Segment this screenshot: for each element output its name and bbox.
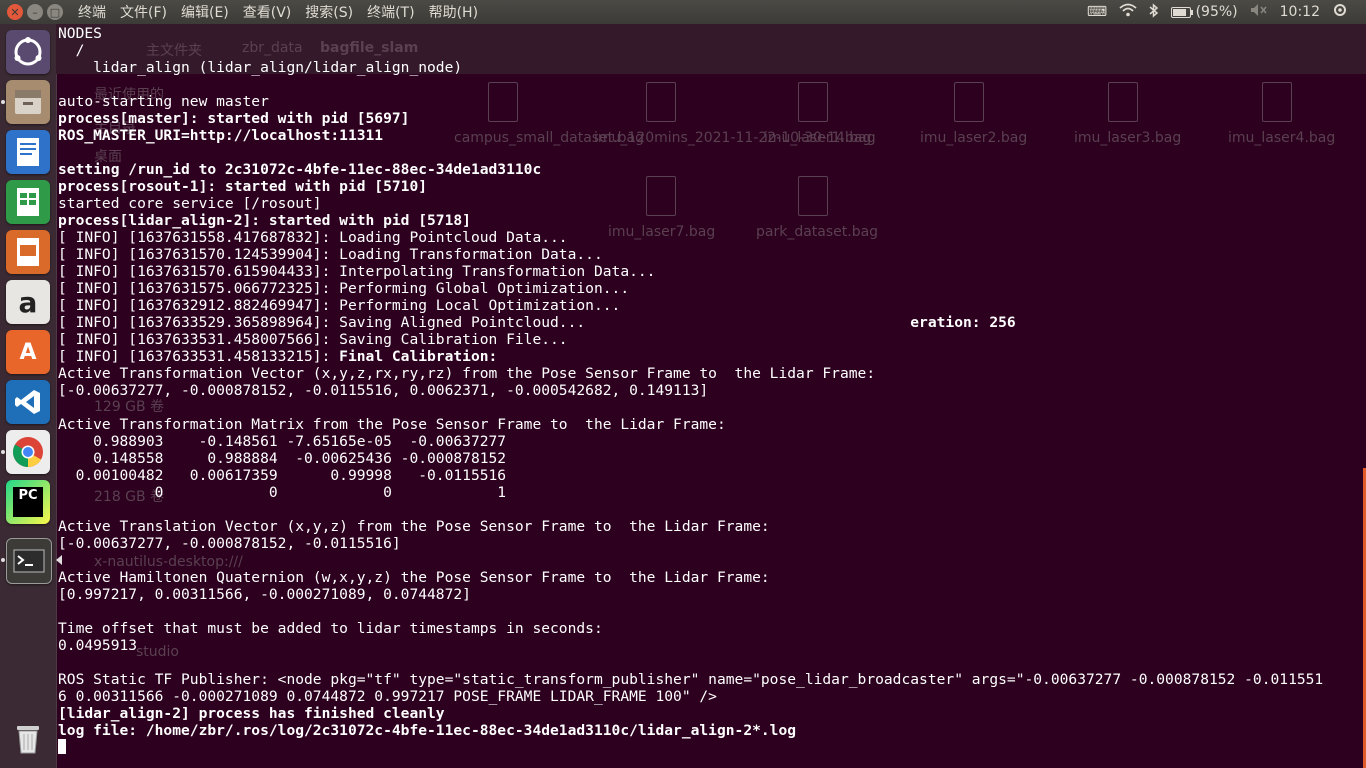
- maximize-window-icon[interactable]: □: [47, 4, 63, 20]
- software-center-icon[interactable]: A: [6, 330, 50, 374]
- keyboard-icon[interactable]: ⌨: [1087, 4, 1107, 20]
- terminal-line: Active Transformation Vector (x,y,z,rx,r…: [58, 365, 876, 382]
- menu-bar: 终端 文件(F) 编辑(E) 查看(V) 搜索(S) 终端(T) 帮助(H): [71, 2, 485, 22]
- battery-indicator[interactable]: (95%): [1171, 4, 1238, 20]
- system-tray: ⌨ (95%) 10:12: [1087, 2, 1366, 22]
- terminal-line: 0.0495913: [58, 637, 138, 654]
- terminal-output[interactable]: NODES / lidar_align (lidar_align/lidar_a…: [58, 25, 1358, 765]
- menu-terminal[interactable]: 终端(T): [360, 2, 421, 22]
- terminal-line: 6 0.00311566 -0.000271089 0.0744872 0.99…: [58, 688, 717, 705]
- ubuntu-dash-icon[interactable]: [6, 30, 50, 74]
- menu-edit[interactable]: 编辑(E): [174, 2, 236, 22]
- bluetooth-icon[interactable]: [1149, 2, 1159, 22]
- terminal-line: [ INFO] [1637631570.124539904]: Loading …: [58, 246, 603, 263]
- terminal-line: [0.997217, 0.00311566, -0.000271089, 0.0…: [58, 586, 471, 603]
- terminal-line: Active Transformation Matrix from the Po…: [58, 416, 726, 433]
- terminal-icon[interactable]: [6, 538, 52, 584]
- battery-percent: (95%): [1195, 4, 1238, 20]
- chrome-running-indicator: [1, 450, 5, 454]
- prompt-line[interactable]: [58, 739, 1358, 756]
- menu-app-title: 终端: [78, 5, 106, 21]
- files-running-indicator: [1, 100, 5, 104]
- terminal-line: [lidar_align-2] process has finished cle…: [58, 705, 445, 722]
- amazon-icon[interactable]: a: [6, 280, 50, 324]
- text-cursor: [58, 739, 66, 754]
- wifi-icon[interactable]: [1119, 3, 1137, 21]
- trash-icon[interactable]: [6, 716, 50, 760]
- clock[interactable]: 10:12: [1280, 4, 1320, 20]
- terminal-line: [ INFO] [1637631558.417687832]: Loading …: [58, 229, 568, 246]
- menu-help[interactable]: 帮助(H): [422, 2, 485, 22]
- launcher: a A PC: [0, 24, 62, 768]
- terminal-line: /: [58, 42, 85, 59]
- terminal-line: lidar_align (lidar_align/lidar_align_nod…: [58, 59, 463, 76]
- terminal-line: log file: /home/zbr/.ros/log/2c31072c-4b…: [58, 722, 797, 739]
- terminal-line: 0.00100482 0.00617359 0.99998 -0.0115516: [58, 467, 507, 484]
- vscode-icon[interactable]: [6, 380, 50, 424]
- terminal-line: [ INFO] [1637633531.458133215]: Final Ca…: [58, 348, 498, 365]
- terminal-line: process[lidar_align-2]: started with pid…: [58, 212, 471, 229]
- menu-file[interactable]: 文件(F): [113, 2, 174, 22]
- terminal-line: process[rosout-1]: started with pid [571…: [58, 178, 428, 195]
- terminal-running-indicator: [1, 558, 5, 562]
- terminal-line: started core service [/rosout]: [58, 195, 322, 212]
- terminal-line: 0 0 0 1: [58, 484, 507, 501]
- calc-icon[interactable]: [6, 180, 50, 224]
- close-window-icon[interactable]: ✕: [7, 4, 23, 20]
- terminal-line: [ INFO] [1637631570.615904433]: Interpol…: [58, 263, 656, 280]
- terminal-line: 0.148558 0.988884 -0.00625436 -0.0008781…: [58, 450, 507, 467]
- terminal-line: [ INFO] [1637632912.882469947]: Performi…: [58, 297, 621, 314]
- terminal-line: [-0.00637277, -0.000878152, -0.0115516]: [58, 535, 401, 552]
- terminal-line: Time offset that must be added to lidar …: [58, 620, 603, 637]
- chrome-icon[interactable]: [6, 430, 50, 474]
- terminal-line: [ INFO] [1637633531.458007566]: Saving C…: [58, 331, 568, 348]
- window-controls: ✕ – □: [0, 4, 71, 20]
- terminal-line: setting /run_id to 2c31072c-4bfe-11ec-88…: [58, 161, 542, 178]
- terminal-line: 0.988903 -0.148561 -7.65165e-05 -0.00637…: [58, 433, 507, 450]
- terminal-line: [ INFO] [1637633529.365898964]: Saving A…: [58, 314, 1016, 331]
- pycharm-icon[interactable]: PC: [6, 480, 50, 524]
- terminal-line: [-0.00637277, -0.000878152, -0.0115516, …: [58, 382, 709, 399]
- menu-view[interactable]: 查看(V): [236, 2, 299, 22]
- menu-search[interactable]: 搜索(S): [298, 2, 360, 22]
- volume-muted-icon[interactable]: [1250, 3, 1268, 21]
- minimize-window-icon[interactable]: –: [27, 4, 43, 20]
- power-gear-icon[interactable]: [1332, 2, 1348, 22]
- battery-icon: [1171, 6, 1194, 18]
- terminal-line: NODES: [58, 25, 102, 42]
- terminal-line: Active Translation Vector (x,y,z) from t…: [58, 518, 770, 535]
- terminal-line: Active Hamiltonen Quaternion (w,x,y,z) t…: [58, 569, 770, 586]
- terminal-line: [ INFO] [1637631575.066772325]: Performi…: [58, 280, 630, 297]
- top-panel: ✕ – □ 终端 文件(F) 编辑(E) 查看(V) 搜索(S) 终端(T) 帮…: [0, 0, 1366, 24]
- impress-icon[interactable]: [6, 230, 50, 274]
- terminal-line: process[master]: started with pid [5697]: [58, 110, 410, 127]
- terminal-line: ROS_MASTER_URI=http://localhost:11311: [58, 127, 384, 144]
- files-icon[interactable]: [6, 80, 50, 124]
- writer-icon[interactable]: [6, 130, 50, 174]
- terminal-line: ROS Static TF Publisher: <node pkg="tf" …: [58, 671, 1324, 688]
- terminal-line: auto-starting new master: [58, 93, 269, 110]
